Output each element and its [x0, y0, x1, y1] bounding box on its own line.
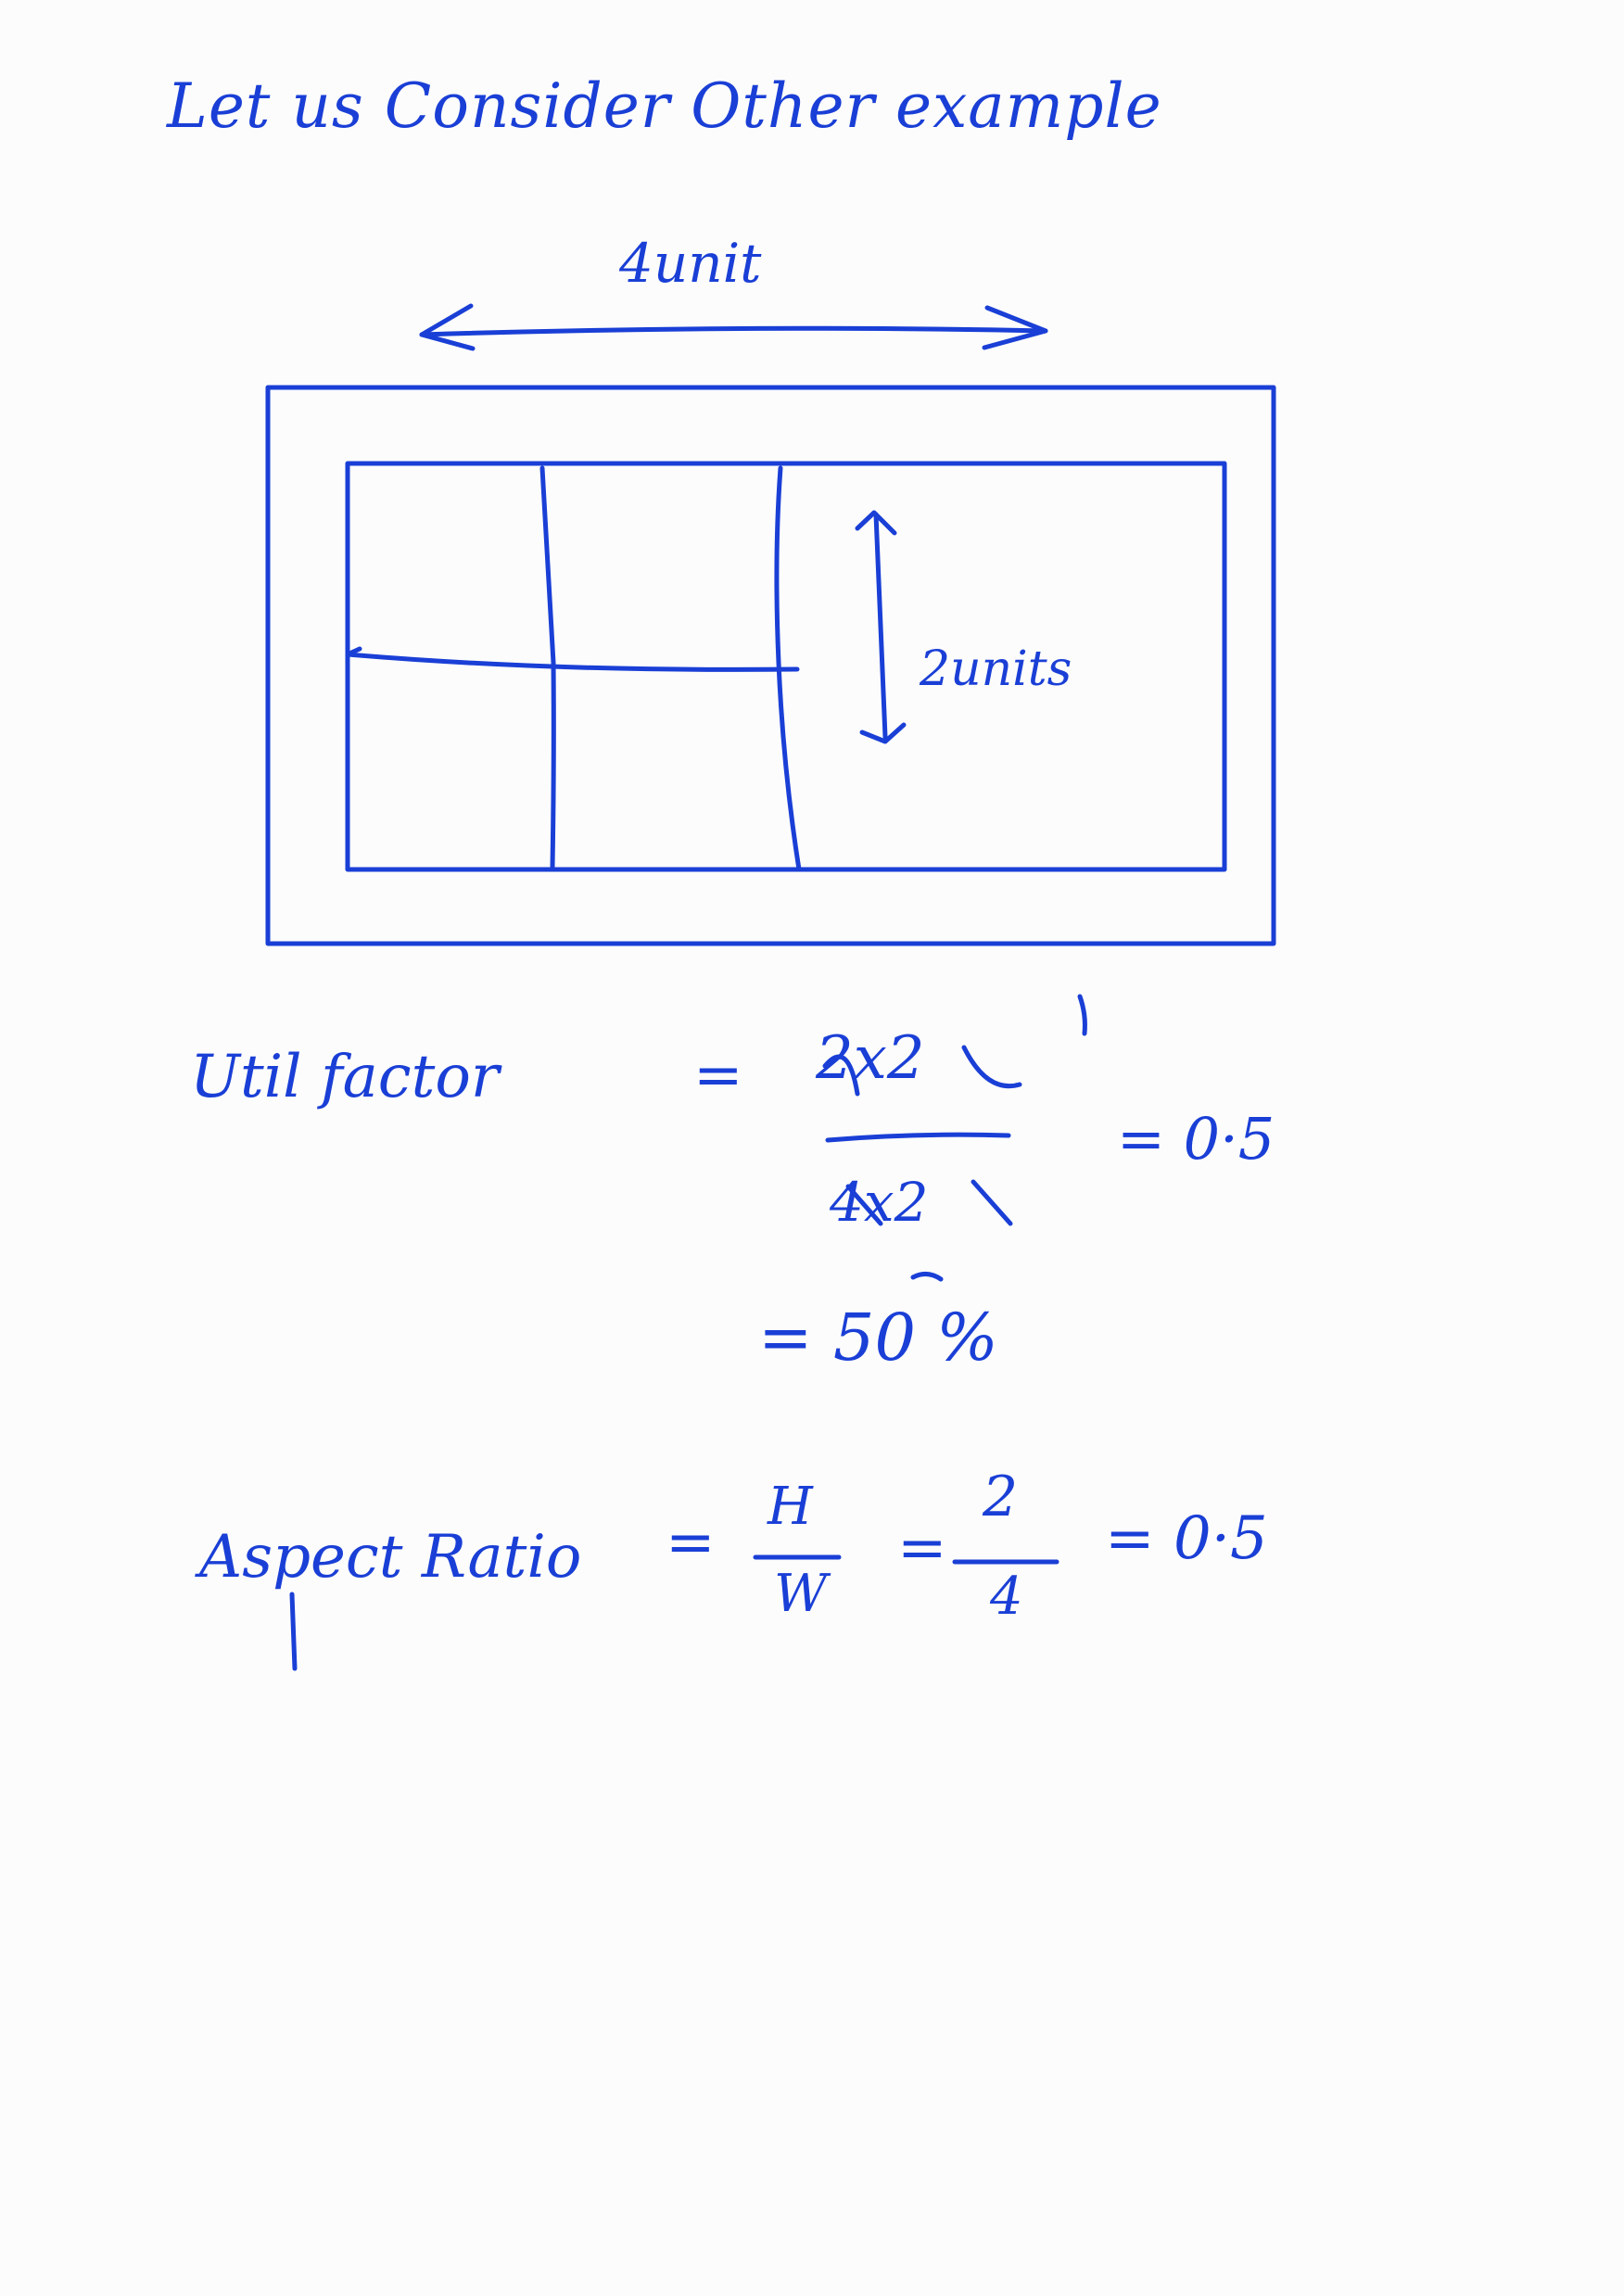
util-factor-denominator: 4x2 [830, 1171, 929, 1234]
grid-horizontal-line [345, 652, 800, 672]
aspect-ratio-result: = 0·5 [1105, 1504, 1268, 1573]
aspect-ratio-equals: = [666, 1508, 716, 1577]
strike-mark-numerator-right [961, 1045, 1022, 1089]
aspect-ratio-num: 2 [983, 1465, 1019, 1529]
height-label: 2units [920, 641, 1072, 697]
width-label: 4unit [619, 232, 762, 295]
inner-rectangle [345, 461, 1227, 872]
util-factor-equals: = [693, 1041, 743, 1110]
util-factor-result: = 0·5 [1117, 1105, 1275, 1173]
util-factor-numerator: 2x2 [816, 1024, 925, 1093]
tick-mark-two [910, 1272, 944, 1282]
util-factor-label: Util factor [190, 1043, 500, 1111]
util-fraction-bar [825, 1132, 1011, 1143]
tick-mark-one [1077, 994, 1087, 1036]
util-factor-percent: = 50 % [758, 1300, 998, 1376]
aspect-ratio-equals-2: = [897, 1514, 947, 1582]
aspect-ratio-h: H [768, 1477, 813, 1537]
width-arrow-line [419, 325, 1048, 337]
handwritten-note-page: Let us Consider Other example 4unit 2uni… [0, 0, 1624, 2296]
outer-rectangle [265, 385, 1276, 946]
aspect-ratio-den: 4 [990, 1567, 1023, 1627]
aspect-ratio-label: Aspect Ratio [199, 1523, 582, 1592]
diagram-drawing [265, 303, 1276, 1671]
aspect-ratio-w: W [774, 1564, 828, 1624]
width-arrow-left-head [419, 303, 476, 351]
height-arrow-line [873, 512, 888, 740]
strike-mark-denominator-right [971, 1179, 1013, 1226]
aspect-underline-p [289, 1592, 298, 1671]
